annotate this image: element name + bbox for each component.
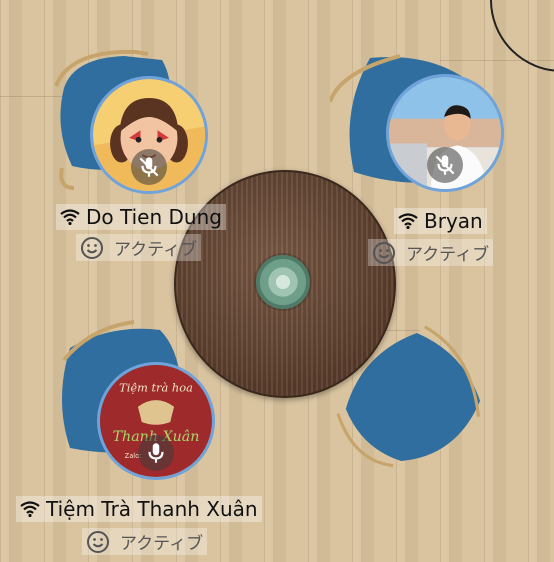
participant-name-label: Do Tien Dung — [56, 204, 226, 230]
participant-name-label: Bryan — [394, 208, 487, 234]
smiley-icon — [81, 236, 103, 259]
logo-text-line1: Tiệm trà hoa — [119, 381, 193, 395]
avatar-tiem-tra-thanh-xuan[interactable]: Tiệm trà hoa Thanh Xuân Zalo: — [97, 362, 215, 480]
participant-name: Tiệm Trà Thanh Xuân — [46, 497, 258, 521]
avatar-bryan[interactable] — [386, 74, 504, 192]
participant-name-label: Tiệm Trà Thanh Xuân — [16, 496, 262, 522]
participant-status: アクティブ — [368, 239, 494, 266]
smiley-icon — [373, 241, 395, 264]
mic-icon[interactable] — [138, 435, 174, 471]
participant-status: アクティブ — [76, 234, 202, 261]
participant-name: Do Tien Dung — [86, 205, 222, 229]
status-text: アクティブ — [406, 245, 490, 265]
smiley-icon — [87, 530, 109, 553]
room-scene: Do Tien Dung アクティブ Bryan アクティブ Tiệm trà … — [0, 0, 554, 562]
mic-off-icon[interactable] — [131, 149, 167, 185]
room-corner-arc — [490, 0, 554, 72]
participant-status: アクティブ — [82, 528, 208, 555]
status-text: アクティブ — [114, 240, 198, 260]
succulent-plant — [256, 255, 310, 309]
wifi-signal-icon — [398, 213, 418, 229]
avatar-do-tien-dung[interactable] — [90, 76, 208, 194]
participant-name: Bryan — [424, 209, 483, 233]
wifi-signal-icon — [20, 501, 40, 517]
wifi-signal-icon — [60, 209, 80, 225]
status-text: アクティブ — [120, 534, 204, 554]
mic-off-icon[interactable] — [427, 147, 463, 183]
